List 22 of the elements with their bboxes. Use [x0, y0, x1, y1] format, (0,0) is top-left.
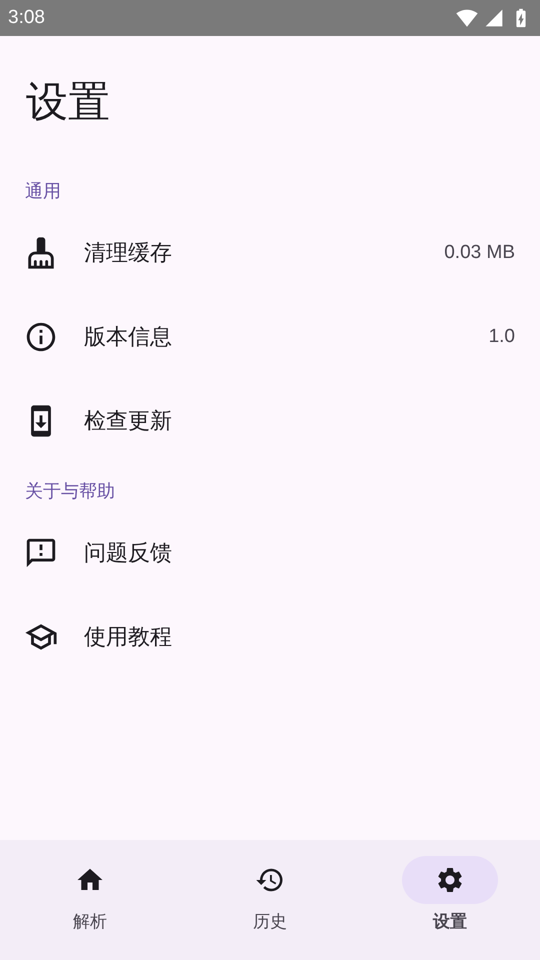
row-label: 问题反馈 [84, 540, 173, 568]
row-label: 使用教程 [84, 624, 173, 652]
info-icon [24, 320, 58, 354]
section-header: 关于与帮助 [24, 480, 116, 504]
row-label: 检查更新 [84, 408, 173, 436]
nav-tab[interactable]: 历史 [180, 840, 360, 960]
nav-tab[interactable]: 解析 [0, 840, 180, 960]
row-label: 清理缓存 [84, 240, 173, 268]
settings-row[interactable]: 清理缓存 0.03 MB [0, 211, 540, 295]
settings-row[interactable]: 使用教程 [0, 595, 540, 679]
settings-row[interactable]: 检查更新 [0, 379, 540, 463]
row-value: 1.0 [488, 326, 515, 348]
wifi-icon [456, 7, 478, 29]
status-time: 3:08 [8, 7, 46, 29]
nav-tab[interactable]: 设置 [360, 840, 540, 960]
signal-icon [484, 8, 504, 28]
section-header: 通用 [24, 180, 62, 204]
page-title: 设置 [25, 76, 111, 128]
row-value: 0.03 MB [444, 242, 515, 264]
settings-row[interactable]: 问题反馈 [0, 511, 540, 595]
settings-row[interactable]: 版本信息 1.0 [0, 295, 540, 379]
row-label: 版本信息 [84, 324, 173, 352]
